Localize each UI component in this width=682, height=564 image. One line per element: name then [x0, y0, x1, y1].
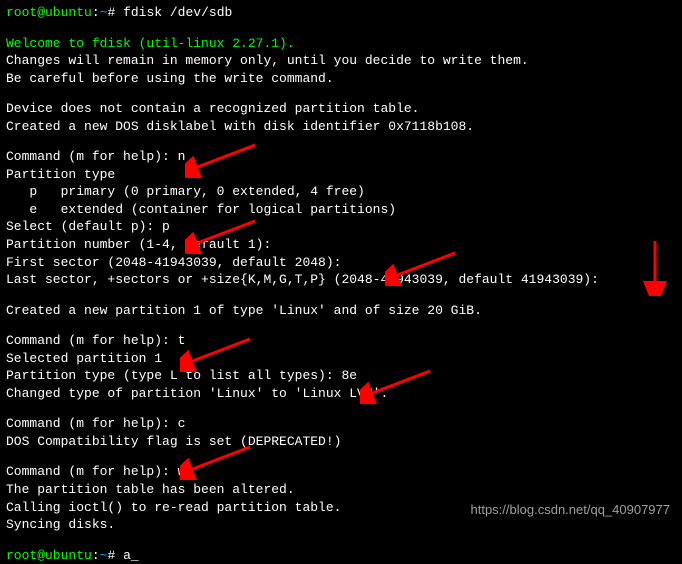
last-sector-line: Last sector, +sectors or +size{K,M,G,T,P… — [6, 271, 676, 289]
partition-type-header: Partition type — [6, 166, 676, 184]
welcome-line: Welcome to fdisk (util-linux 2.27.1). — [6, 35, 676, 53]
prompt-user: root@ubuntu — [6, 5, 92, 20]
user-input-8e[interactable]: 8e — [341, 368, 357, 383]
user-input-n[interactable]: n — [178, 149, 186, 164]
ptype-prompt-line: Partition type (type L to list all types… — [6, 367, 676, 385]
user-input-t[interactable]: t — [178, 333, 186, 348]
info-line: Be careful before using the write comman… — [6, 70, 676, 88]
user-input-c[interactable]: c — [178, 416, 186, 431]
first-sector-line: First sector (2048-41943039, default 204… — [6, 254, 676, 272]
cursor: _ — [131, 548, 139, 563]
changed-type-line: Changed type of partition 'Linux' to 'Li… — [6, 385, 676, 403]
command-prompt-line: Command (m for help): w — [6, 463, 676, 481]
command-fdisk[interactable]: fdisk /dev/sdb — [123, 5, 232, 20]
created-partition-line: Created a new partition 1 of type 'Linux… — [6, 302, 676, 320]
select-prompt-line: Select (default p): p — [6, 218, 676, 236]
watermark: https://blog.csdn.net/qq_40907977 — [471, 501, 671, 519]
command-a[interactable]: a — [123, 548, 131, 563]
prompt-line-2: root@ubuntu:~# a_ — [6, 547, 676, 564]
command-prompt-line: Command (m for help): n — [6, 148, 676, 166]
selected-partition-line: Selected partition 1 — [6, 350, 676, 368]
info-line: Device does not contain a recognized par… — [6, 100, 676, 118]
user-input-w[interactable]: w — [178, 464, 186, 479]
partition-number-line: Partition number (1-4, default 1): — [6, 236, 676, 254]
user-input-p[interactable]: p — [162, 219, 170, 234]
dos-compat-line: DOS Compatibility flag is set (DEPRECATE… — [6, 433, 676, 451]
info-line: Created a new DOS disklabel with disk id… — [6, 118, 676, 136]
partition-option-e: e extended (container for logical partit… — [6, 201, 676, 219]
command-prompt-line: Command (m for help): t — [6, 332, 676, 350]
prompt-line-1: root@ubuntu:~# fdisk /dev/sdb — [6, 4, 676, 22]
info-line: Changes will remain in memory only, unti… — [6, 52, 676, 70]
command-prompt-line: Command (m for help): c — [6, 415, 676, 433]
altered-line: The partition table has been altered. — [6, 481, 676, 499]
partition-option-p: p primary (0 primary, 0 extended, 4 free… — [6, 183, 676, 201]
